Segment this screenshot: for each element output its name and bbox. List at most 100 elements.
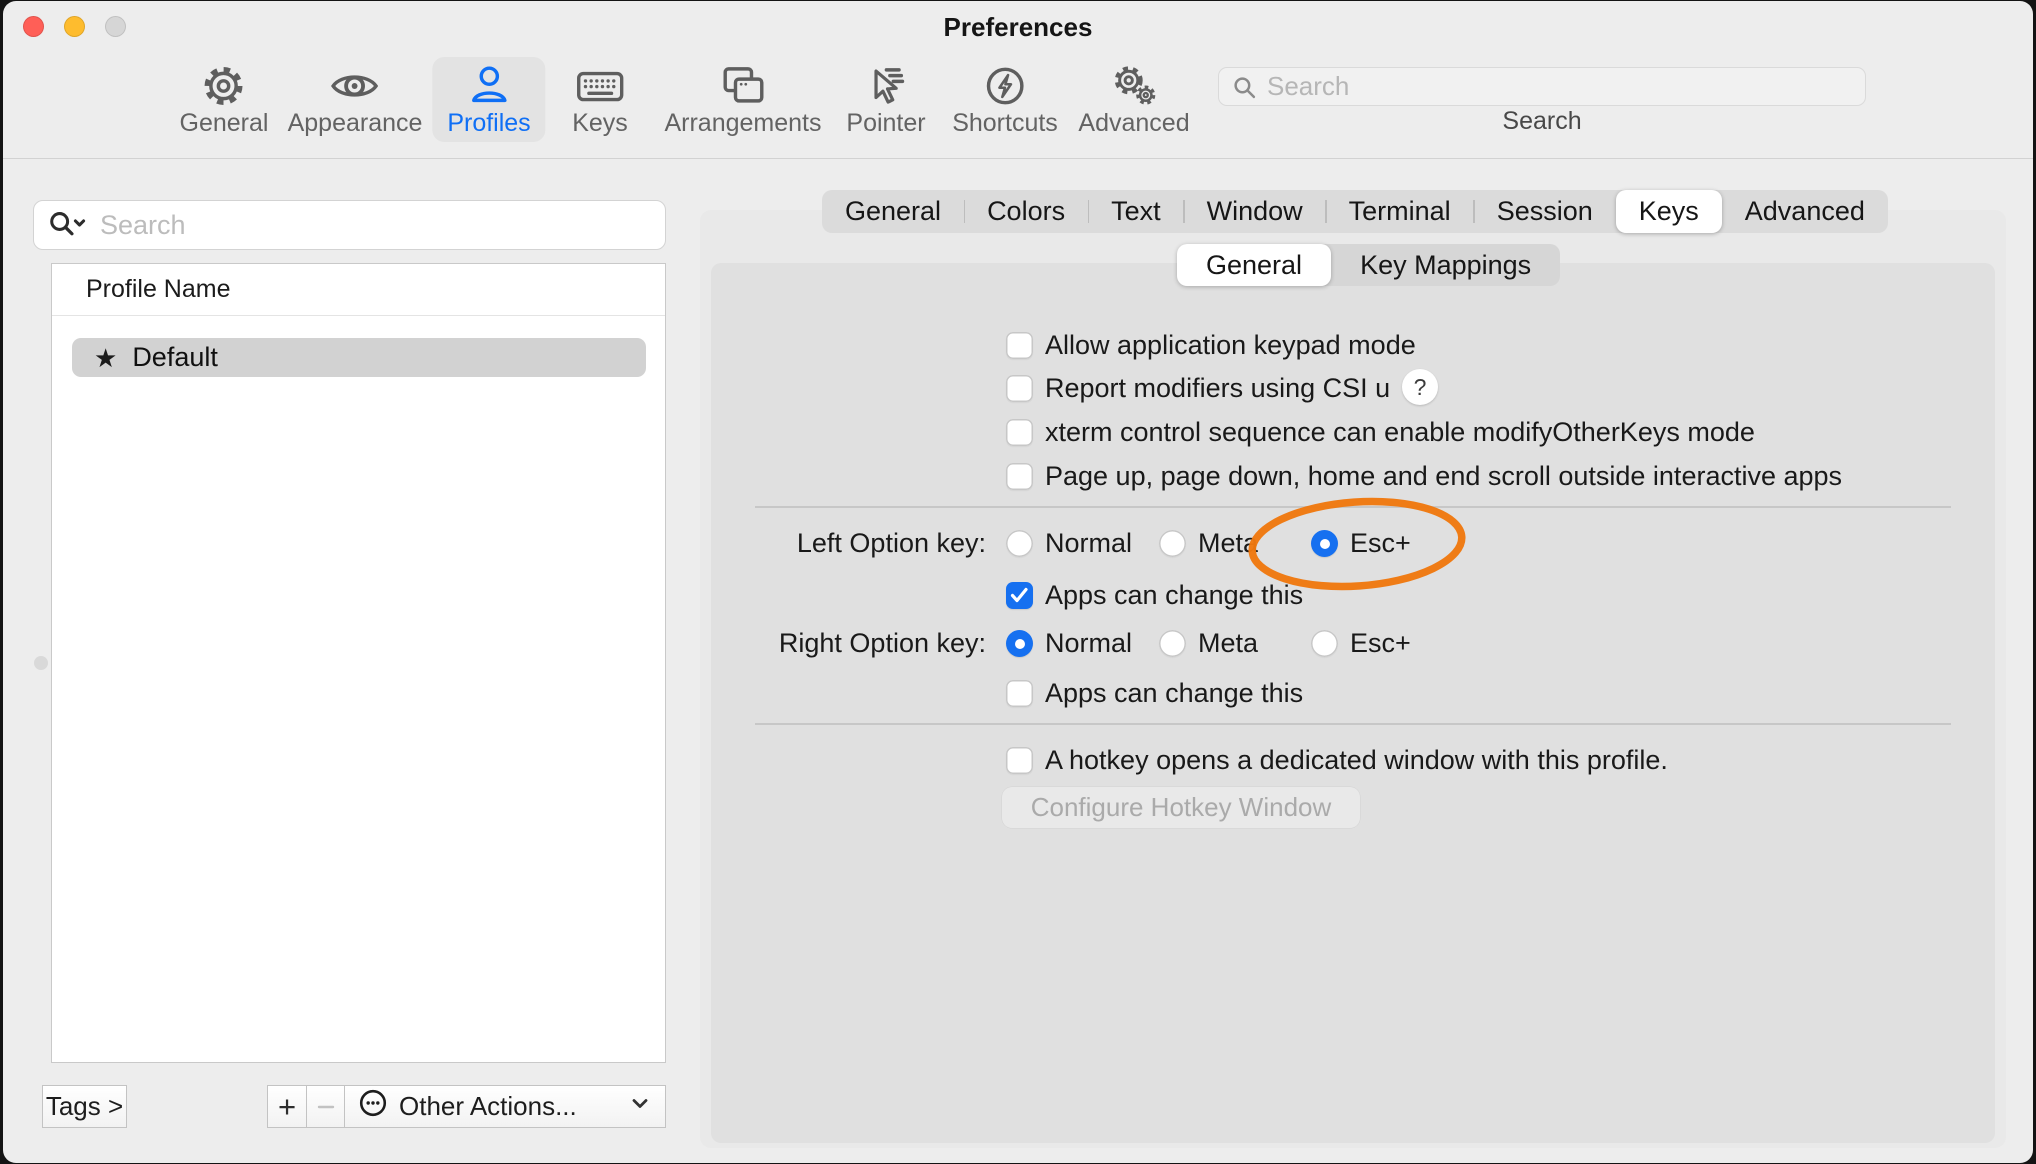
radio-option: Esc+ (1311, 528, 1411, 559)
tab-text[interactable]: Text (1088, 190, 1184, 233)
modify-other-keys-checkbox[interactable] (1006, 419, 1033, 446)
person-icon (466, 63, 512, 109)
allow-keypad-checkbox[interactable] (1006, 332, 1033, 359)
hotkey-window-checkbox[interactable] (1006, 747, 1033, 774)
radio-option: Meta (1159, 628, 1258, 659)
checkbox-row: A hotkey opens a dedicated window with t… (1006, 745, 1668, 776)
help-button[interactable]: ? (1402, 369, 1438, 405)
checkbox-row: Apps can change this (1006, 678, 1303, 709)
checkbox-label: Report modifiers using CSI u (1045, 373, 1390, 404)
search-icon (1232, 75, 1257, 105)
toolbar-item-appearance[interactable]: Appearance (273, 57, 438, 142)
toolbar-item-label: General (180, 109, 269, 138)
tab-colors[interactable]: Colors (964, 190, 1088, 233)
search-menu-icon[interactable] (49, 211, 89, 244)
csi-u-checkbox[interactable] (1006, 375, 1033, 402)
panel-divider-handle[interactable] (34, 656, 48, 670)
radio-label: Normal (1045, 628, 1132, 659)
chevron-down-icon (628, 1091, 652, 1122)
checkbox-row: Report modifiers using CSI u (1006, 373, 1390, 404)
left-option-esc-radio[interactable] (1311, 530, 1338, 557)
toolbar-item-label: Advanced (1078, 109, 1189, 138)
tab-terminal[interactable]: Terminal (1326, 190, 1474, 233)
toolbar-item-advanced[interactable]: Advanced (1063, 57, 1204, 142)
left-option-meta-radio[interactable] (1159, 530, 1186, 557)
right-option-esc-radio[interactable] (1311, 630, 1338, 657)
profile-list-header: Profile Name (52, 264, 665, 316)
right-apps-can-change-checkbox[interactable] (1006, 680, 1033, 707)
checkbox-label: Apps can change this (1045, 580, 1303, 611)
section-divider (755, 506, 1951, 508)
tab-advanced[interactable]: Advanced (1722, 190, 1888, 233)
toolbar-item-profiles[interactable]: Profiles (432, 57, 545, 142)
checkbox-label: xterm control sequence can enable modify… (1045, 417, 1755, 448)
circle-ellipsis-icon (358, 1088, 388, 1125)
profile-row-default[interactable]: ★ Default (72, 338, 646, 377)
toolbar-item-label: Profiles (447, 109, 530, 138)
radio-option: Normal (1006, 628, 1132, 659)
gear-icon (201, 63, 247, 109)
eye-icon (329, 63, 381, 109)
keys-subtabs: General Key Mappings (1177, 244, 1560, 286)
tab-keys[interactable]: Keys (1616, 190, 1722, 233)
preferences-window: Preferences General Appearance (3, 1, 2033, 1163)
radio-label: Normal (1045, 528, 1132, 559)
checkbox-label: A hotkey opens a dedicated window with t… (1045, 745, 1668, 776)
toolbar-item-label: Appearance (288, 109, 423, 138)
toolbar-item-general[interactable]: General (165, 57, 284, 142)
toolbar-search-input[interactable] (1218, 67, 1866, 106)
right-option-meta-radio[interactable] (1159, 630, 1186, 657)
other-actions-label: Other Actions... (399, 1091, 577, 1122)
star-icon: ★ (94, 345, 117, 371)
profile-name: Default (132, 342, 218, 373)
add-profile-button[interactable]: + (267, 1085, 307, 1128)
cursor-icon (863, 63, 909, 109)
radio-label: Meta (1198, 628, 1258, 659)
section-divider (755, 723, 1951, 725)
toolbar-item-label: Arrangements (664, 109, 821, 138)
radio-label: Meta (1198, 528, 1258, 559)
checkbox-row: Allow application keypad mode (1006, 330, 1416, 361)
toolbar-item-label: Keys (572, 109, 628, 138)
subtab-key-mappings[interactable]: Key Mappings (1331, 244, 1560, 286)
left-apps-can-change-checkbox[interactable] (1006, 582, 1033, 609)
title-bar: Preferences General Appearance (3, 1, 2033, 159)
window-title: Preferences (3, 12, 2033, 43)
left-option-normal-radio[interactable] (1006, 530, 1033, 557)
toolbar-item-shortcuts[interactable]: Shortcuts (937, 57, 1073, 142)
toolbar-item-label: Pointer (846, 109, 925, 138)
checkbox-label: Allow application keypad mode (1045, 330, 1416, 361)
profile-list: Profile Name ★ Default (51, 263, 666, 1063)
keyboard-icon (574, 63, 626, 109)
checkbox-row: xterm control sequence can enable modify… (1006, 417, 1755, 448)
tab-general[interactable]: General (822, 190, 964, 233)
right-option-key-label: Right Option key: (716, 628, 986, 659)
radio-label: Esc+ (1350, 628, 1411, 659)
tab-window[interactable]: Window (1184, 190, 1326, 233)
radio-label: Esc+ (1350, 528, 1411, 559)
left-option-key-label: Left Option key: (716, 528, 986, 559)
checkbox-label: Apps can change this (1045, 678, 1303, 709)
profile-search-input[interactable] (33, 200, 666, 250)
checkbox-label: Page up, page down, home and end scroll … (1045, 461, 1842, 492)
toolbar-item-pointer[interactable]: Pointer (831, 57, 940, 142)
tab-session[interactable]: Session (1474, 190, 1616, 233)
gears-icon (1109, 63, 1159, 109)
other-actions-dropdown[interactable]: Other Actions... (344, 1085, 666, 1128)
toolbar-item-label: Shortcuts (952, 109, 1058, 138)
radio-option: Normal (1006, 528, 1132, 559)
tags-button[interactable]: Tags > (42, 1085, 127, 1128)
checkbox-row: Apps can change this (1006, 580, 1303, 611)
windows-icon (719, 63, 767, 109)
toolbar-item-keys[interactable]: Keys (557, 57, 643, 142)
toolbar-search-caption: Search (1218, 107, 1866, 136)
remove-profile-button[interactable] (306, 1085, 346, 1128)
configure-hotkey-window-button[interactable]: Configure Hotkey Window (1002, 787, 1360, 828)
page-scroll-checkbox[interactable] (1006, 463, 1033, 490)
right-option-normal-radio[interactable] (1006, 630, 1033, 657)
radio-option: Meta (1159, 528, 1258, 559)
subtab-general[interactable]: General (1177, 244, 1331, 286)
bolt-icon (982, 63, 1028, 109)
toolbar-item-arrangements[interactable]: Arrangements (649, 57, 836, 142)
radio-option: Esc+ (1311, 628, 1411, 659)
